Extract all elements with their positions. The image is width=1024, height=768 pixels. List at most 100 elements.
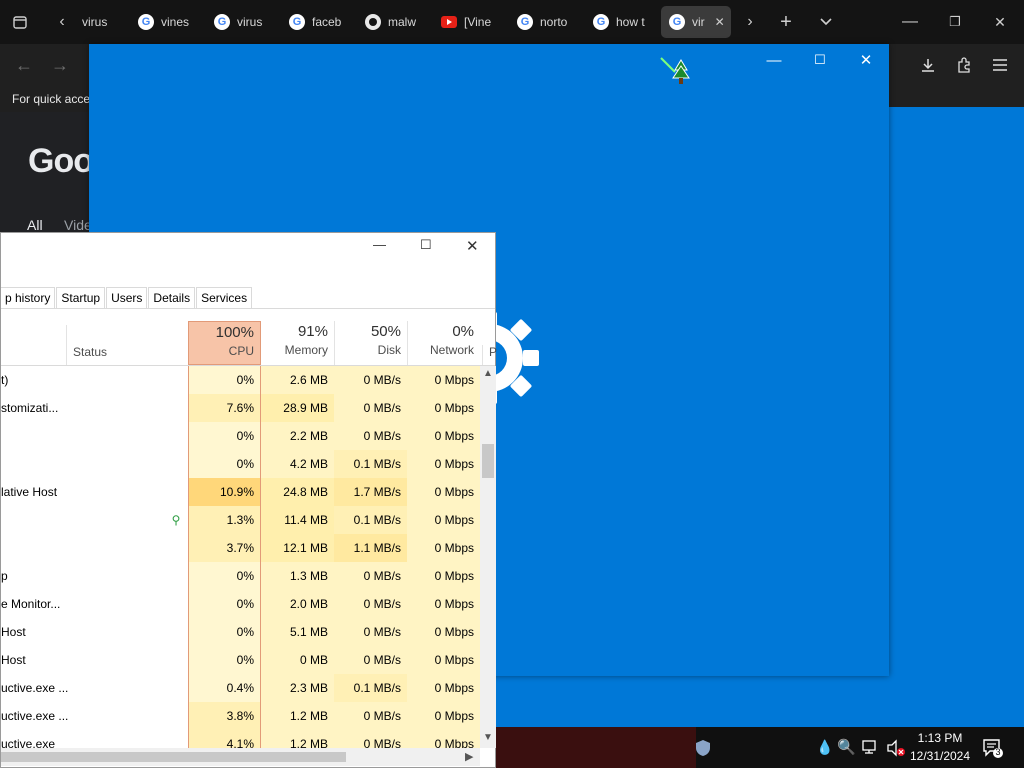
process-row[interactable]: t) 0% 2.6 MB 0 MB/s 0 Mbps: [1, 366, 480, 394]
process-name: Host: [1, 653, 26, 667]
new-tab-icon[interactable]: +: [774, 10, 798, 34]
process-row[interactable]: lative Host 10.9% 24.8 MB 1.7 MB/s 0 Mbps: [1, 478, 480, 506]
process-row[interactable]: 3.7% 12.1 MB 1.1 MB/s 0 Mbps: [1, 534, 480, 562]
process-row[interactable]: uctive.exe 4.1% 1.2 MB 0 MB/s 0 Mbps: [1, 730, 480, 748]
tab-actions-icon[interactable]: [8, 10, 32, 34]
tab-8[interactable]: Ghow t: [593, 6, 653, 38]
process-row[interactable]: uctive.exe ... 3.8% 1.2 MB 0 MB/s 0 Mbps: [1, 702, 480, 730]
disk-column-header[interactable]: 50% Disk: [334, 321, 407, 365]
tm-maximize-icon[interactable]: ☐: [420, 237, 440, 257]
menu-hamburger-icon[interactable]: [988, 53, 1012, 77]
scroll-down-arrow-icon[interactable]: ▼: [483, 732, 493, 743]
tab-9-active[interactable]: Gvir ✕: [661, 6, 731, 38]
network-percent: 0%: [452, 323, 474, 340]
tab-6[interactable]: [Vine: [441, 6, 501, 38]
cpu-cell: 0%: [188, 366, 261, 394]
status-header-label: Status: [73, 345, 108, 359]
extensions-puzzle-icon[interactable]: [952, 53, 976, 77]
process-name: t): [1, 373, 9, 387]
blue-background-panel: [496, 676, 889, 727]
tray-clock-date[interactable]: 12/31/2024: [905, 749, 975, 763]
memory-label: Memory: [284, 343, 328, 357]
disk-cell: 0.1 MB/s: [334, 450, 407, 478]
memory-column-header[interactable]: 91% Memory: [262, 321, 334, 365]
process-row[interactable]: p 0% 1.3 MB 0 MB/s 0 Mbps: [1, 562, 480, 590]
tab-3[interactable]: Gvirus: [214, 6, 274, 38]
tray-clock-time[interactable]: 1:13 PM: [905, 731, 975, 745]
scrollbar-thumb[interactable]: [482, 444, 494, 478]
volume-muted-icon[interactable]: [886, 739, 906, 757]
tab-2[interactable]: Gvines: [138, 6, 198, 38]
restore-icon[interactable]: ❐: [943, 10, 967, 34]
process-name: [1, 534, 187, 562]
process-name: e Monitor...: [1, 597, 61, 611]
process-row[interactable]: 0% 4.2 MB 0.1 MB/s 0 Mbps: [1, 450, 480, 478]
process-row[interactable]: Host 0% 5.1 MB 0 MB/s 0 Mbps: [1, 618, 480, 646]
google-tab-all[interactable]: All: [27, 217, 43, 233]
disk-cell: 1.7 MB/s: [334, 478, 407, 506]
tab-app-history[interactable]: p history: [1, 287, 56, 309]
tab-7[interactable]: Gnorto: [517, 6, 577, 38]
tab-services[interactable]: Services: [196, 287, 253, 309]
tm-minimize-icon[interactable]: —: [373, 237, 393, 257]
magnifier-orange-icon[interactable]: 🔍: [837, 738, 856, 756]
process-list: t) 0% 2.6 MB 0 MB/s 0 Mbps stomizati... 7.6% 28…: [1, 366, 480, 748]
close-window-icon[interactable]: ✕: [988, 10, 1012, 34]
tab-details[interactable]: Details: [148, 287, 196, 309]
network-icon[interactable]: [862, 739, 880, 757]
network-label: Network: [429, 343, 474, 357]
memory-cell: 4.2 MB: [261, 450, 334, 478]
scroll-right-arrow-icon[interactable]: ▶: [465, 750, 473, 763]
network-column-header[interactable]: 0% Network: [407, 321, 480, 365]
tab-5[interactable]: malw: [365, 6, 425, 38]
security-shield-icon[interactable]: [694, 739, 714, 759]
tab-4[interactable]: Gfaceb: [289, 6, 349, 38]
tab-bar: ‹ virus Gvines Gvirus Gfaceb malw [Vine …: [0, 0, 1024, 44]
scroll-tabs-left-icon[interactable]: ‹: [52, 10, 72, 34]
disk-cell: 0 MB/s: [334, 702, 407, 730]
h-scrollbar-thumb[interactable]: [1, 752, 346, 762]
cpu-label: CPU: [228, 344, 254, 358]
memory-cell: 2.6 MB: [261, 366, 334, 394]
notification-count-badge: 3: [995, 747, 1001, 757]
vertical-scrollbar[interactable]: ▲ ▼: [480, 366, 496, 748]
minimize-icon[interactable]: —: [898, 10, 922, 34]
power-header-label: P: [489, 345, 498, 359]
blue-window-maximize-icon[interactable]: ☐: [805, 45, 835, 75]
disk-cell: 0.1 MB/s: [334, 506, 407, 534]
google-tab-videos[interactable]: Vide: [64, 217, 92, 233]
process-row[interactable]: 0% 2.2 MB 0 MB/s 0 Mbps: [1, 422, 480, 450]
forward-arrow-icon[interactable]: →: [48, 53, 72, 77]
tree-cursor-icon: [659, 54, 690, 84]
process-row[interactable]: Host 0% 0 MB 0 MB/s 0 Mbps: [1, 646, 480, 674]
tab-users[interactable]: Users: [106, 287, 148, 309]
scroll-tabs-right-icon[interactable]: ›: [740, 10, 760, 34]
notification-center-icon[interactable]: 3: [982, 737, 1004, 759]
process-row[interactable]: uctive.exe ... 0.4% 2.3 MB 0.1 MB/s 0 Mbps: [1, 674, 480, 702]
tab-startup[interactable]: Startup: [56, 287, 106, 309]
download-icon[interactable]: [916, 53, 940, 77]
tm-close-icon[interactable]: ✕: [466, 237, 486, 257]
cpu-column-header[interactable]: 100% CPU: [188, 321, 261, 365]
blue-window-close-icon[interactable]: ✕: [851, 45, 881, 75]
memory-cell: 5.1 MB: [261, 618, 334, 646]
process-row[interactable]: stomizati... 7.6% 28.9 MB 0 MB/s 0 Mbps: [1, 394, 480, 422]
tab-divider: [1, 308, 495, 309]
taskbar-app-button[interactable]: [496, 727, 696, 768]
process-name: [1, 450, 187, 478]
horizontal-scrollbar[interactable]: ▶: [1, 748, 480, 766]
tab-list-chevron-down-icon[interactable]: [814, 10, 838, 34]
water-drop-icon[interactable]: 💧: [816, 739, 833, 757]
tab-label: malw: [388, 15, 417, 29]
scroll-up-arrow-icon[interactable]: ▲: [483, 368, 493, 379]
disk-cell: 0 MB/s: [334, 590, 407, 618]
tab-1[interactable]: virus: [70, 6, 122, 38]
memory-cell: 0 MB: [261, 646, 334, 674]
close-tab-icon[interactable]: ✕: [715, 15, 725, 29]
blue-background-panel: [889, 107, 1024, 727]
process-row[interactable]: e Monitor... 0% 2.0 MB 0 MB/s 0 Mbps: [1, 590, 480, 618]
blue-window-minimize-icon[interactable]: —: [759, 45, 789, 75]
process-row[interactable]: ⚲ 1.3% 11.4 MB 0.1 MB/s 0 Mbps: [1, 506, 480, 534]
back-arrow-icon[interactable]: ←: [12, 53, 36, 77]
memory-cell: 11.4 MB: [261, 506, 334, 534]
